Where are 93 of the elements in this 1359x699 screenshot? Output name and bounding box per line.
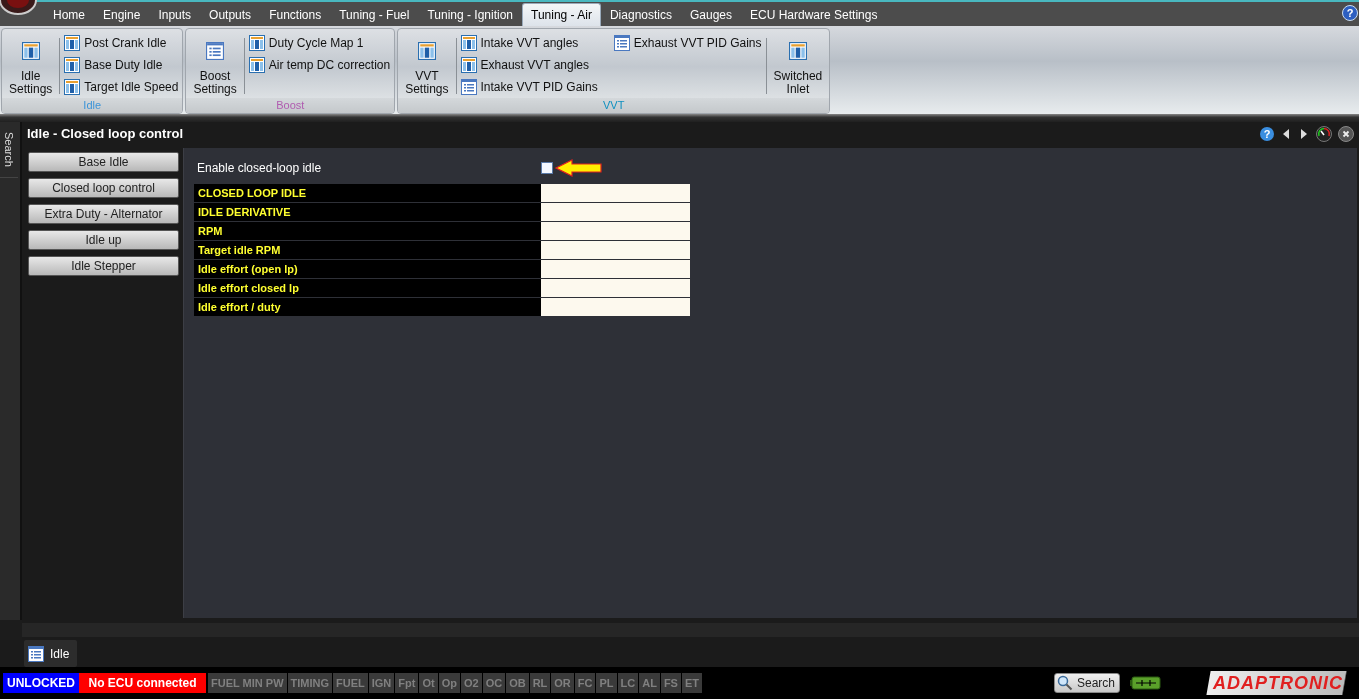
menu-tab[interactable]: Tuning - Air <box>522 3 601 26</box>
list-icon <box>460 79 477 95</box>
status-indicator: OB <box>506 673 529 693</box>
table-icon <box>460 57 477 73</box>
nav-button[interactable]: Idle Stepper <box>28 256 179 276</box>
ribbon-item[interactable]: Intake VVT PID Gains <box>460 76 598 98</box>
nav-button[interactable]: Extra Duty - Alternator <box>28 204 179 224</box>
ribbon-item[interactable]: Base Duty Idle <box>64 54 179 76</box>
value-field[interactable] <box>541 184 690 202</box>
ribbon-button[interactable]: Boost Settings <box>190 32 240 98</box>
parameter-label: Idle effort closed lp <box>194 279 541 297</box>
menu-tab[interactable]: Tuning - Fuel <box>330 3 419 26</box>
status-indicator: Ot <box>419 673 438 693</box>
value-field[interactable] <box>541 222 690 240</box>
value-field[interactable] <box>541 241 690 259</box>
logo-icon <box>0 0 40 16</box>
search-button[interactable]: Search <box>1053 673 1120 693</box>
status-indicator: FUEL <box>333 673 368 693</box>
list-icon <box>206 42 225 60</box>
document-tab[interactable]: Idle <box>24 640 78 667</box>
value-field[interactable] <box>541 298 690 316</box>
side-tab[interactable]: Search <box>0 122 18 178</box>
connection-status: No ECU connected <box>79 673 206 693</box>
status-indicator: OC <box>482 673 506 693</box>
table-icon <box>248 35 265 51</box>
list-icon <box>28 645 44 662</box>
ribbon-item[interactable]: Intake VVT angles <box>460 32 598 54</box>
search-icon <box>1056 675 1073 691</box>
parameter-label: IDLE DERIVATIVE <box>194 203 541 221</box>
table-icon <box>248 57 265 73</box>
menu-tab[interactable]: ECU Hardware Settings <box>741 3 887 26</box>
status-indicator: ET <box>681 673 702 693</box>
nav-button[interactable]: Base Idle <box>28 152 179 172</box>
status-indicator: LC <box>617 673 639 693</box>
battery-icon <box>1130 676 1162 690</box>
status-indicator: O2 <box>460 673 482 693</box>
table-icon <box>417 42 436 60</box>
status-indicator: FC <box>574 673 596 693</box>
ribbon-button[interactable]: Idle Settings <box>6 32 56 98</box>
status-indicator: Op <box>438 673 460 693</box>
table-icon <box>788 42 807 60</box>
value-field[interactable] <box>541 260 690 278</box>
table-icon <box>64 35 81 51</box>
ribbon-item[interactable]: Air temp DC correction <box>248 54 391 76</box>
ribbon-button[interactable]: VVT Settings <box>402 32 452 98</box>
checkbox-label: Enable closed-loop idle <box>196 161 323 175</box>
parameter-label: CLOSED LOOP IDLE <box>194 184 541 202</box>
value-field[interactable] <box>541 203 690 221</box>
status-indicator: RL <box>529 673 551 693</box>
status-indicator: AL <box>639 673 660 693</box>
nav-button[interactable]: Idle up <box>28 230 179 250</box>
ribbon-item[interactable]: Target Idle Speed <box>64 76 179 98</box>
menu-tab[interactable]: Diagnostics <box>600 3 681 26</box>
group-caption: VVT <box>398 98 830 113</box>
group-caption: Boost <box>186 98 395 113</box>
gauge-icon[interactable] <box>1316 125 1332 142</box>
table-icon <box>21 42 40 60</box>
close-icon[interactable] <box>1338 125 1354 142</box>
status-indicator: Fpt <box>395 673 419 693</box>
menu-tab[interactable]: Tuning - Ignition <box>418 3 523 26</box>
ribbon-item[interactable]: Duty Cycle Map 1 <box>248 32 391 54</box>
status-indicator: IGN <box>368 673 395 693</box>
list-icon <box>613 35 630 51</box>
lock-status: UNLOCKED <box>3 673 79 693</box>
table-icon <box>64 79 81 95</box>
panel-title: Idle - Closed loop control <box>27 126 184 141</box>
status-indicator: OR <box>551 673 574 693</box>
status-indicator: TIMING <box>287 673 332 693</box>
parameter-label: Idle effort (open lp) <box>194 260 541 278</box>
menu-tab[interactable]: Functions <box>260 3 331 26</box>
ribbon-item[interactable]: Exhaust VVT PID Gains <box>613 32 762 54</box>
parameter-label: Idle effort / duty <box>194 298 541 316</box>
ribbon-item[interactable]: Post Crank Idle <box>64 32 179 54</box>
value-field[interactable] <box>541 279 690 297</box>
menu-tab[interactable]: Home <box>44 3 94 26</box>
parameter-label: Target idle RPM <box>194 241 541 259</box>
table-icon <box>64 57 81 73</box>
parameter-label: RPM <box>194 222 541 240</box>
ribbon-item[interactable]: Exhaust VVT angles <box>460 54 598 76</box>
menu-tab[interactable]: Outputs <box>200 3 261 26</box>
status-indicator: FUEL MIN PW <box>208 673 287 693</box>
checkbox[interactable] <box>541 162 553 174</box>
help-button[interactable]: ? <box>1342 5 1358 21</box>
status-indicator: FS <box>660 673 681 693</box>
status-indicator: PL <box>596 673 617 693</box>
group-caption: Idle <box>2 98 183 113</box>
nav-button[interactable]: Closed loop control <box>28 178 179 198</box>
menu-tab[interactable]: Engine <box>94 3 150 26</box>
ribbon-button[interactable]: Switched Inlet <box>770 32 826 98</box>
arrow-icon <box>555 159 603 177</box>
menu-tab[interactable]: Inputs <box>149 3 201 26</box>
table-icon <box>460 35 477 51</box>
menu-tab[interactable]: Gauges <box>681 3 741 26</box>
